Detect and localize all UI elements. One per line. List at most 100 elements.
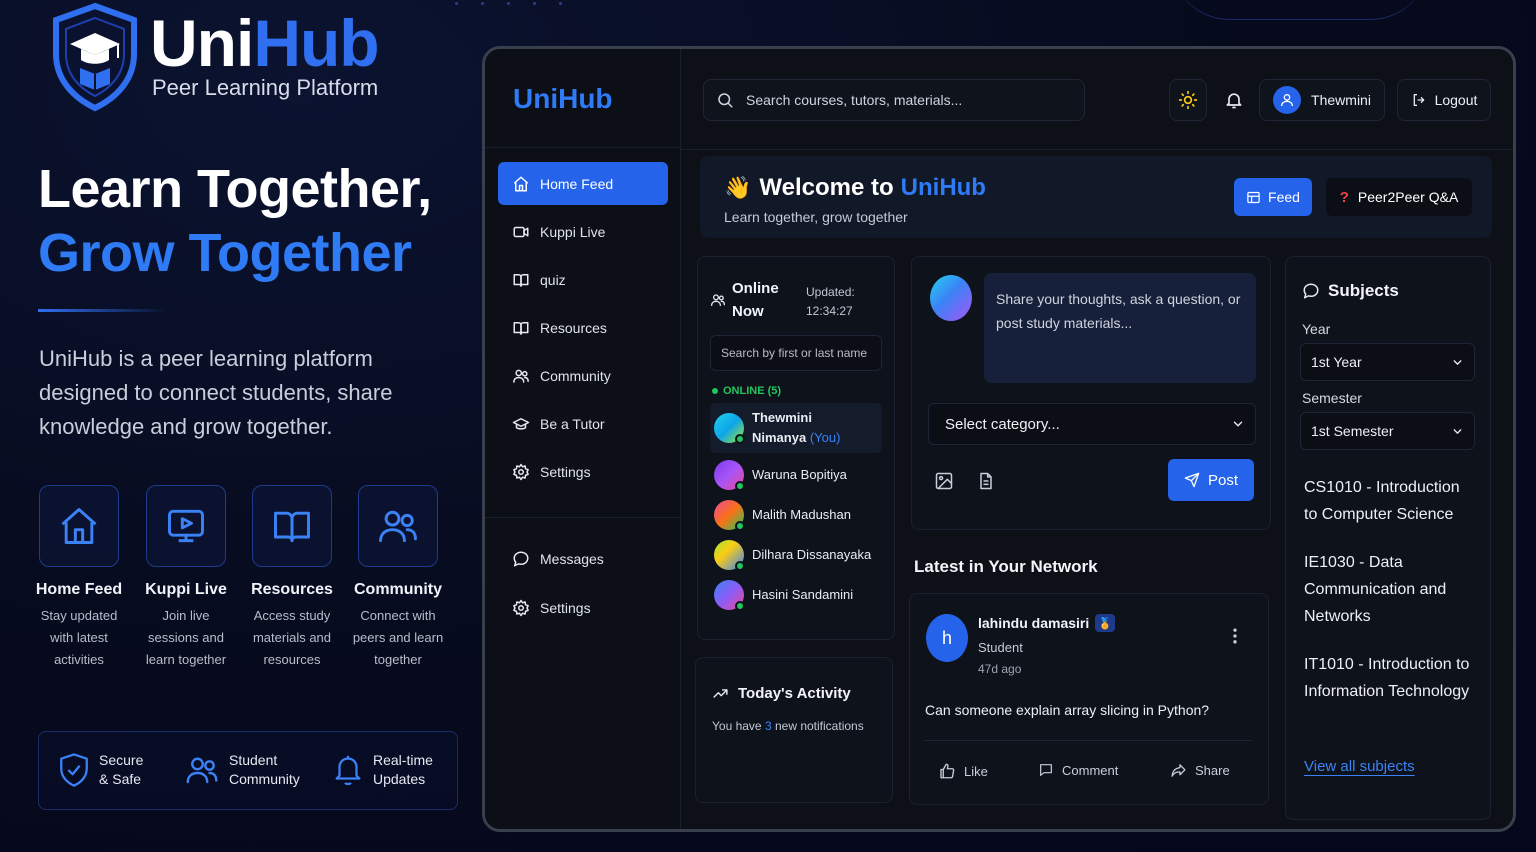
comment-button[interactable]: Comment bbox=[1038, 762, 1118, 778]
post-input[interactable] bbox=[984, 273, 1256, 383]
question-mark-icon: ? bbox=[1339, 188, 1349, 206]
semester-label: Semester bbox=[1302, 390, 1362, 406]
year-label: Year bbox=[1302, 321, 1331, 337]
trending-up-icon bbox=[712, 685, 729, 702]
year-value: 1st Year bbox=[1311, 354, 1362, 370]
feed-tab-button[interactable]: Feed bbox=[1234, 178, 1312, 216]
activity-title: Today's Activity bbox=[712, 685, 851, 702]
chevron-down-icon bbox=[1231, 417, 1245, 431]
subject-item[interactable]: IE1030 - Data Communication and Networks bbox=[1304, 549, 1474, 630]
feature-description: Connect with peers and learn together bbox=[352, 608, 444, 667]
online-user-item[interactable]: Dilhara Dissanayaka bbox=[710, 535, 882, 575]
trust-line1: Secure bbox=[99, 752, 144, 768]
online-status-dot bbox=[735, 561, 745, 571]
waving-hand-icon: 👋 bbox=[724, 175, 752, 200]
thumbs-up-icon bbox=[938, 762, 964, 780]
brand-name-hub: Hub bbox=[253, 5, 379, 80]
nav-label: Settings bbox=[540, 463, 591, 480]
share-button[interactable]: Share bbox=[1170, 762, 1230, 779]
nav-settings[interactable]: Settings bbox=[498, 450, 668, 493]
subjects-title-text: Subjects bbox=[1328, 281, 1399, 300]
user-name: Hasini Sandamini bbox=[752, 587, 854, 602]
activity-summary: You have 3 new notifications bbox=[712, 719, 864, 733]
like-button[interactable]: Like bbox=[938, 762, 988, 780]
post-composer: Select category... Post bbox=[911, 256, 1271, 530]
feature-resources: Resources Access study materials and res… bbox=[242, 485, 342, 671]
you-label: (You) bbox=[809, 430, 841, 445]
online-user-item[interactable]: Hasini Sandamini bbox=[710, 575, 882, 615]
users-icon bbox=[183, 752, 221, 788]
user-name: Thewmini bbox=[1311, 92, 1371, 108]
hero-heading-line1: Learn Together, bbox=[38, 159, 432, 219]
author-name: lahindu damasiri bbox=[978, 615, 1090, 631]
peer-qa-tab-button[interactable]: ? Peer2Peer Q&A bbox=[1326, 178, 1472, 216]
search-input[interactable] bbox=[746, 92, 1066, 108]
trust-secure: Secure & Safe bbox=[57, 751, 143, 789]
bell-icon bbox=[1224, 90, 1244, 110]
nav-label: Messages bbox=[540, 550, 604, 567]
subject-item[interactable]: IT1010 - Introduction to Information Tec… bbox=[1304, 651, 1474, 705]
online-user-item[interactable]: Waruna Bopitiya bbox=[710, 455, 882, 495]
app-logo[interactable]: UniHub bbox=[513, 83, 613, 115]
post-button[interactable]: Post bbox=[1168, 459, 1254, 501]
notifications-button[interactable] bbox=[1215, 79, 1253, 121]
sidebar: UniHub Home Feed Kuppi Live quiz Resourc… bbox=[485, 49, 681, 829]
user-name: Dilhara Dissanayaka bbox=[752, 547, 872, 562]
document-upload-icon[interactable] bbox=[976, 471, 996, 491]
author-role: Student bbox=[978, 640, 1023, 655]
notification-count: 3 bbox=[764, 719, 772, 733]
video-play-icon bbox=[146, 485, 226, 567]
search-bar[interactable] bbox=[703, 79, 1085, 121]
feature-home-feed: Home Feed Stay updated with latest activ… bbox=[29, 485, 129, 671]
todays-activity-panel: Today's Activity You have 3 new notifica… bbox=[695, 657, 893, 803]
theme-toggle-button[interactable] bbox=[1169, 79, 1207, 121]
user-icon bbox=[1281, 94, 1294, 107]
feature-title: Home Feed bbox=[35, 581, 123, 598]
divider bbox=[925, 740, 1251, 741]
online-user-item[interactable]: Thewmini Nimanya (You) bbox=[710, 403, 882, 453]
brand-name: UniHub bbox=[150, 5, 380, 80]
view-all-subjects-link[interactable]: View all subjects bbox=[1304, 758, 1415, 775]
feature-title: Resources bbox=[251, 581, 333, 598]
nav-resources[interactable]: Resources bbox=[498, 306, 668, 349]
welcome-subtitle: Learn together, grow together bbox=[724, 209, 908, 225]
more-options-icon[interactable] bbox=[1228, 626, 1242, 646]
post-card: h lahindu damasiri 🏅 Student 47d ago Can… bbox=[909, 593, 1269, 805]
online-title-line1: Online bbox=[732, 280, 779, 297]
activity-suffix: new notifications bbox=[774, 719, 864, 733]
trust-line2: Updates bbox=[373, 771, 426, 787]
nav-be-a-tutor[interactable]: Be a Tutor bbox=[498, 402, 668, 445]
nav-messages[interactable]: Messages bbox=[498, 537, 668, 580]
like-label: Like bbox=[964, 763, 988, 779]
users-icon bbox=[358, 485, 438, 567]
subjects-panel: Subjects Year 1st Year Semester 1st Seme… bbox=[1285, 256, 1491, 820]
feature-title: Kuppi Live bbox=[145, 581, 227, 598]
user-first-name: Thewmini bbox=[752, 410, 812, 425]
online-user-item[interactable]: Malith Madushan bbox=[710, 495, 882, 535]
trust-line1: Real-time bbox=[373, 752, 433, 768]
semester-select[interactable]: 1st Semester bbox=[1300, 412, 1475, 450]
avatar bbox=[714, 460, 745, 491]
nav-settings-bottom[interactable]: Settings bbox=[498, 586, 668, 629]
trust-community: Student Community bbox=[183, 751, 300, 789]
nav-community[interactable]: Community bbox=[498, 354, 668, 397]
logout-button[interactable]: Logout bbox=[1397, 79, 1491, 121]
gear-icon bbox=[512, 463, 540, 481]
subjects-title: Subjects bbox=[1302, 281, 1399, 301]
category-select[interactable]: Select category... bbox=[928, 403, 1256, 445]
nav-home-feed[interactable]: Home Feed bbox=[498, 162, 668, 205]
user-profile-button[interactable]: Thewmini bbox=[1259, 79, 1385, 121]
share-icon bbox=[1170, 762, 1195, 779]
gear-icon bbox=[512, 599, 540, 617]
nav-kuppi-live[interactable]: Kuppi Live bbox=[498, 210, 668, 253]
nav-quiz[interactable]: quiz bbox=[498, 258, 668, 301]
avatar[interactable]: h bbox=[926, 614, 968, 662]
online-search-input[interactable] bbox=[710, 335, 882, 371]
post-author[interactable]: lahindu damasiri 🏅 bbox=[978, 614, 1116, 632]
updated-label: Updated: bbox=[806, 285, 855, 299]
subject-item[interactable]: CS1010 - Introduction to Computer Scienc… bbox=[1304, 474, 1474, 528]
medal-badge-icon: 🏅 bbox=[1095, 614, 1116, 632]
image-upload-icon[interactable] bbox=[934, 471, 954, 491]
year-select[interactable]: 1st Year bbox=[1300, 343, 1475, 381]
post-label: Post bbox=[1207, 471, 1238, 489]
